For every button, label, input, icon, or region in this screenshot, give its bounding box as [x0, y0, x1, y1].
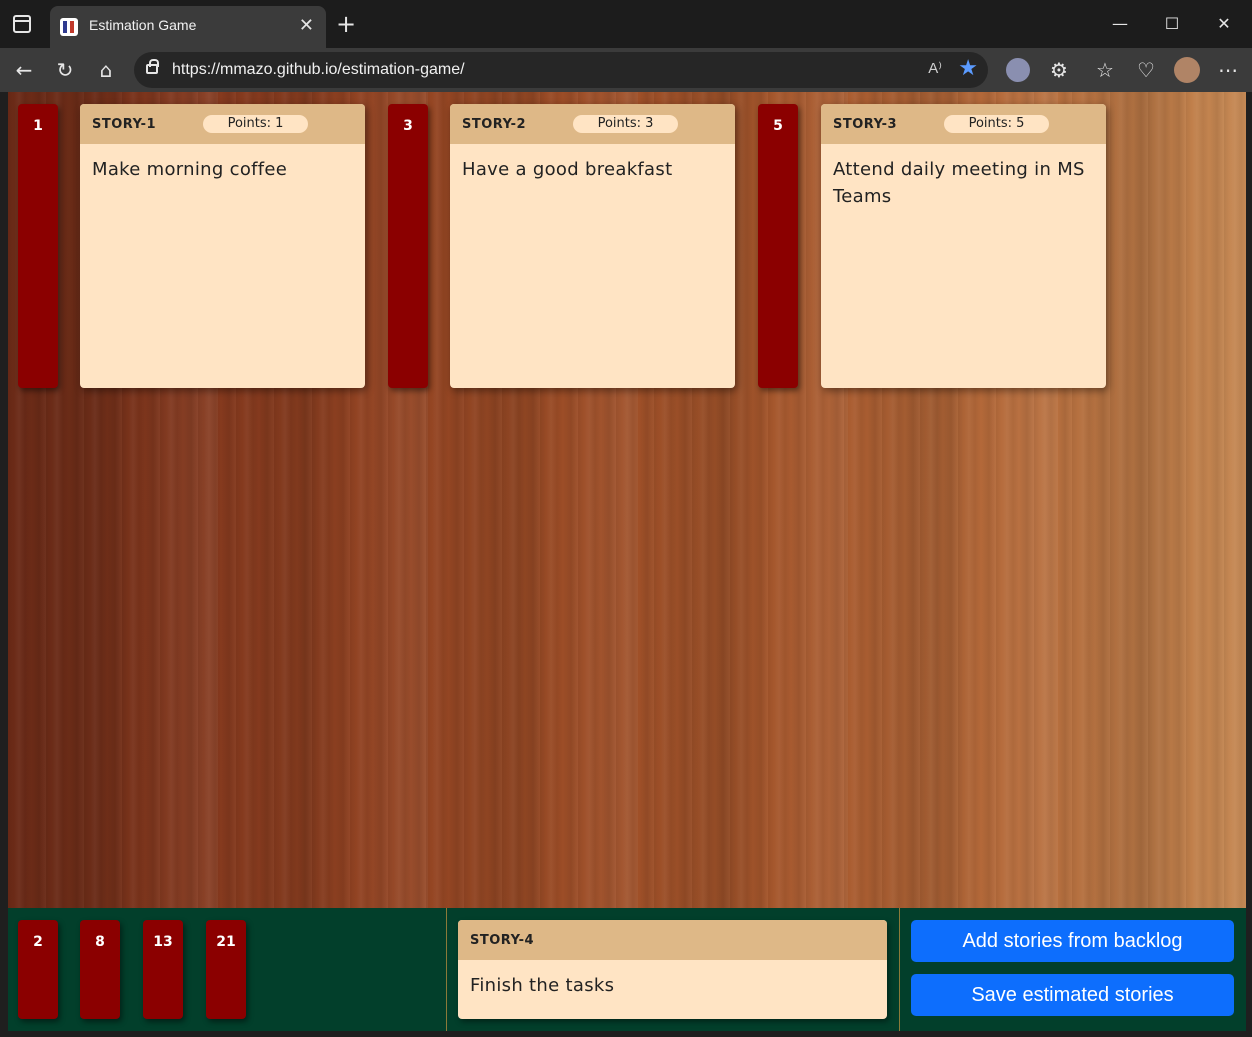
- story-id: STORY-4: [470, 933, 535, 948]
- estimate-tag[interactable]: 21: [206, 920, 246, 1019]
- profile-icon[interactable]: [1006, 58, 1030, 82]
- story-description: Finish the tasks: [470, 975, 615, 996]
- add-stories-button[interactable]: Add stories from backlog: [911, 920, 1234, 962]
- address-bar[interactable]: https://mmazo.github.io/estimation-game/…: [134, 52, 988, 88]
- estimate-tag[interactable]: 8: [80, 920, 120, 1019]
- estimation-board: 1 STORY-1 Points: 1 Make morning coffee …: [8, 92, 1246, 908]
- favicon-icon: [60, 18, 78, 36]
- estimate-tag[interactable]: 2: [18, 920, 58, 1019]
- card-header: STORY-1 Points: 1: [80, 104, 365, 144]
- back-icon[interactable]: ←: [10, 56, 38, 84]
- browser-titlebar: Estimation Game ✕ + — ☐ ✕: [0, 0, 1252, 48]
- card-header: STORY-3 Points: 5: [821, 104, 1106, 144]
- browser-toolbar: ← ↻ ⌂ https://mmazo.github.io/estimation…: [0, 48, 1252, 92]
- estimate-tag[interactable]: 1: [18, 104, 58, 388]
- home-icon[interactable]: ⌂: [92, 56, 120, 84]
- points-badge: Points: 5: [944, 115, 1049, 133]
- story-card[interactable]: STORY-1 Points: 1 Make morning coffee: [80, 104, 365, 388]
- more-icon[interactable]: ⋯: [1214, 56, 1242, 84]
- extensions-icon[interactable]: ⚙: [1045, 56, 1073, 84]
- story-card[interactable]: STORY-2 Points: 3 Have a good breakfast: [450, 104, 735, 388]
- card-header: STORY-2 Points: 3: [450, 104, 735, 144]
- story-description: Make morning coffee: [92, 159, 288, 180]
- tab-title: Estimation Game: [89, 17, 197, 33]
- tab-actions-icon[interactable]: [13, 15, 31, 33]
- minimize-button[interactable]: —: [1098, 8, 1142, 40]
- estimate-tag[interactable]: 13: [143, 920, 183, 1019]
- maximize-button[interactable]: ☐: [1150, 8, 1194, 40]
- close-tab-icon[interactable]: ✕: [299, 14, 314, 38]
- card-header: STORY-4: [458, 920, 887, 960]
- read-aloud-icon[interactable]: A⁾: [928, 59, 942, 77]
- story-id: STORY-3: [833, 117, 898, 132]
- estimate-tag[interactable]: 5: [758, 104, 798, 388]
- story-id: STORY-1: [92, 117, 157, 132]
- estimate-tag[interactable]: 3: [388, 104, 428, 388]
- star-icon[interactable]: ★: [958, 56, 978, 81]
- url-text[interactable]: https://mmazo.github.io/estimation-game/: [172, 61, 465, 79]
- tab-estimation-game[interactable]: Estimation Game ✕: [50, 6, 326, 48]
- story-id: STORY-2: [462, 117, 527, 132]
- points-badge: Points: 3: [573, 115, 678, 133]
- story-description: Have a good breakfast: [462, 159, 673, 180]
- health-icon[interactable]: ♡: [1132, 56, 1160, 84]
- story-card[interactable]: STORY-3 Points: 5 Attend daily meeting i…: [821, 104, 1106, 388]
- bottom-tray: 2 8 13 21 STORY-4 Finish the tasks Add s…: [8, 908, 1246, 1031]
- tray-divider: [446, 908, 447, 1031]
- page-content: 1 STORY-1 Points: 1 Make morning coffee …: [8, 92, 1246, 1031]
- new-tab-button[interactable]: +: [334, 9, 358, 39]
- close-window-button[interactable]: ✕: [1202, 8, 1246, 40]
- refresh-icon[interactable]: ↻: [51, 56, 79, 84]
- tray-divider: [899, 908, 900, 1031]
- story-description: Attend daily meeting in MS Teams: [833, 159, 1085, 207]
- save-stories-button[interactable]: Save estimated stories: [911, 974, 1234, 1016]
- points-badge: Points: 1: [203, 115, 308, 133]
- current-story-card[interactable]: STORY-4 Finish the tasks: [458, 920, 887, 1019]
- lock-icon[interactable]: [146, 59, 159, 74]
- avatar[interactable]: [1174, 57, 1200, 83]
- favorites-icon[interactable]: ☆: [1091, 56, 1119, 84]
